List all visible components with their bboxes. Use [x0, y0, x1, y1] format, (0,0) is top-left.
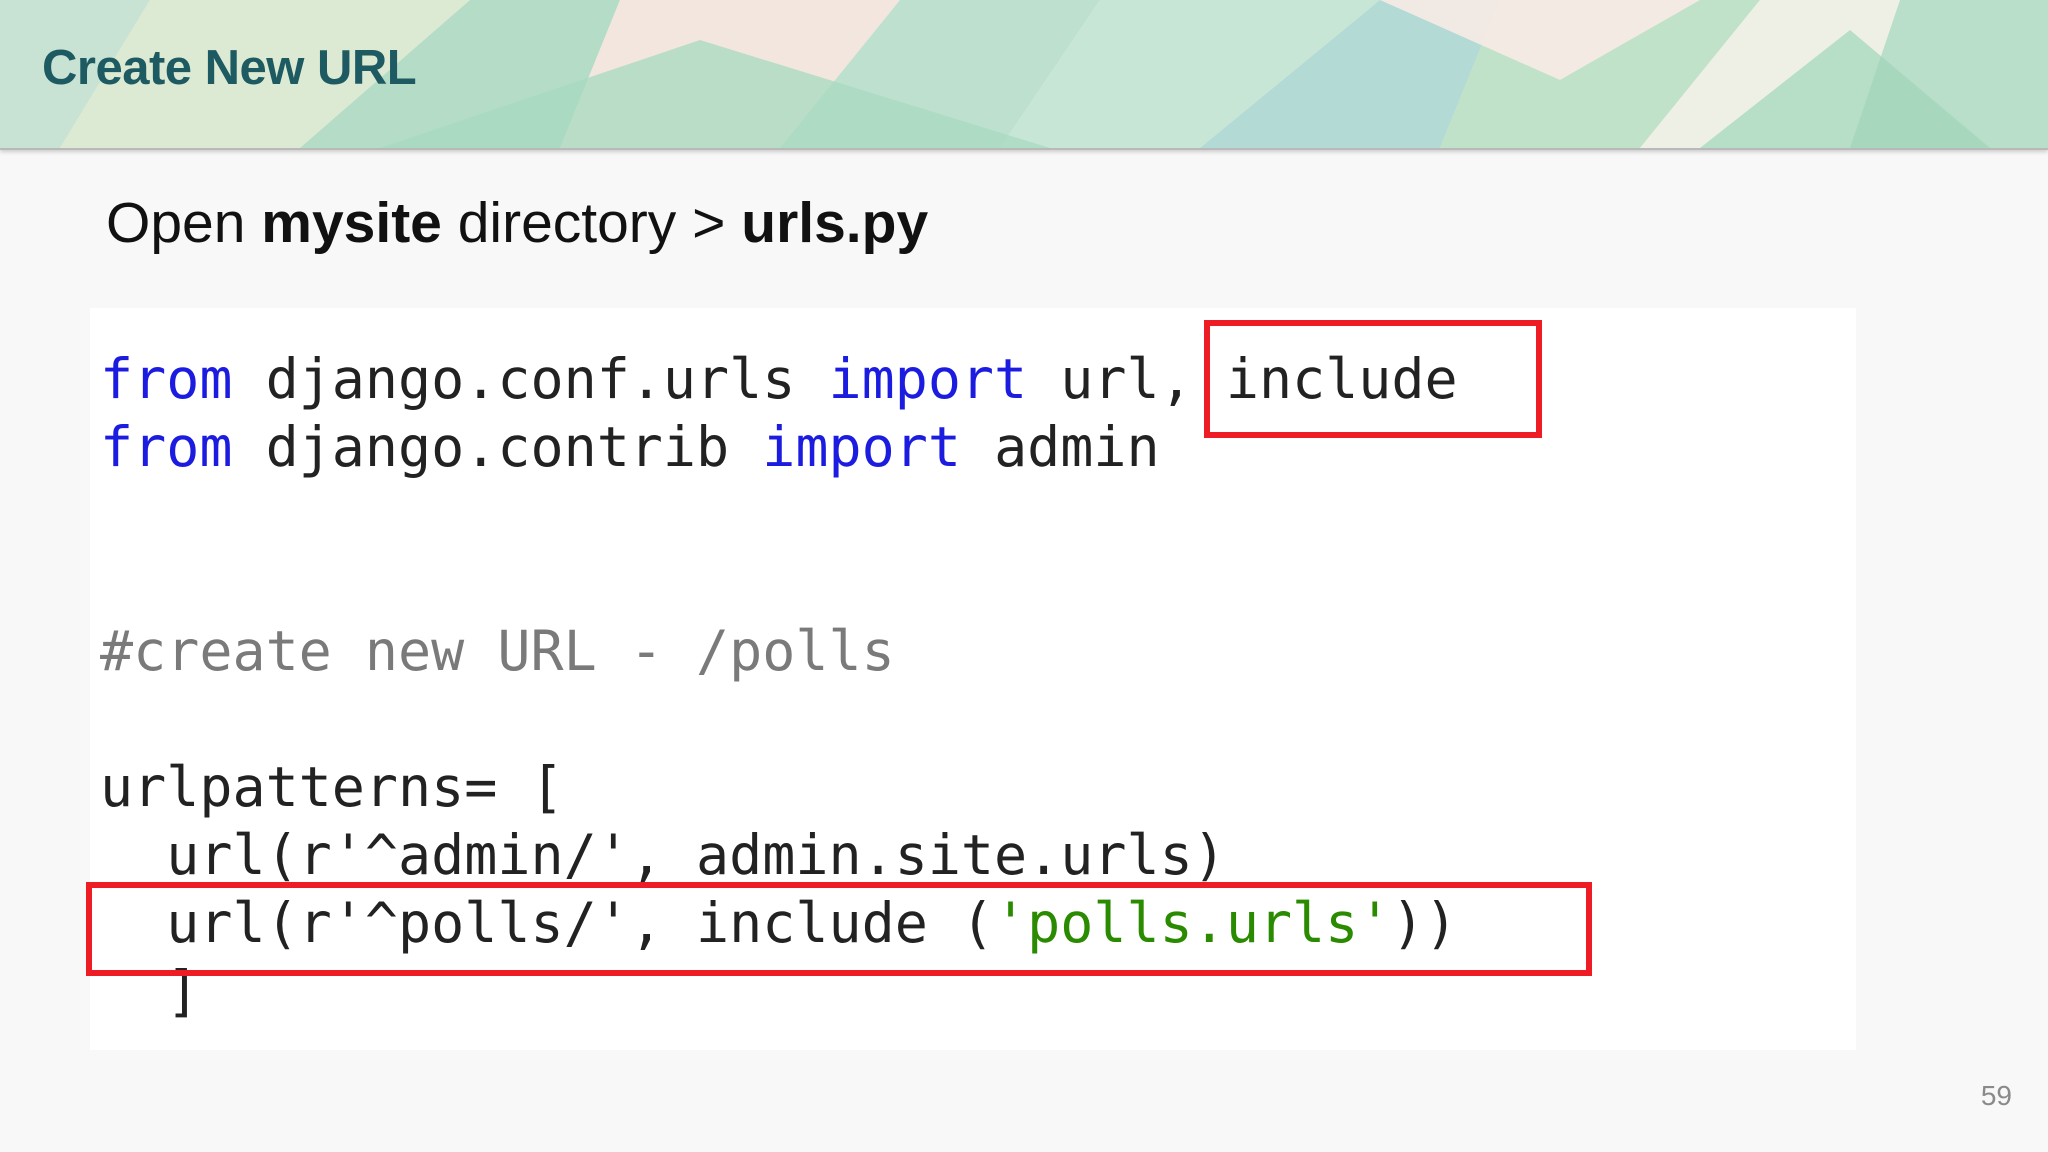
code-module: django.conf.urls — [232, 347, 829, 411]
code-line-comment: #create new URL - /polls — [100, 619, 895, 683]
code-keyword-from: from — [100, 347, 233, 411]
code-keyword-from: from — [100, 415, 233, 479]
code-keyword-import: import — [762, 415, 961, 479]
code-imported-names: url, — [1027, 347, 1226, 411]
subtitle-file: urls.py — [741, 191, 929, 255]
subtitle-prefix: Open — [106, 191, 262, 255]
code-line-import-admin: from django.contrib import admin — [100, 413, 1160, 481]
slide-title: Create New URL — [42, 41, 417, 95]
slide-header-banner: Create New URL — [0, 0, 2048, 150]
code-line-admin-url: url(r'^admin/', admin.site.urls) — [100, 823, 1226, 887]
highlight-box-include — [1204, 320, 1542, 438]
code-imported-names: admin — [960, 415, 1160, 479]
page-number: 59 — [1980, 1080, 2012, 1111]
code-module: django.contrib — [232, 415, 763, 479]
subtitle-middle: directory > — [441, 191, 742, 255]
subtitle-folder: mysite — [261, 191, 442, 255]
code-line-urlpatterns: urlpatterns= [ — [100, 755, 564, 819]
slide-subtitle: Open mysite directory > urls.py — [106, 190, 928, 256]
highlight-box-polls-url — [86, 882, 1592, 976]
code-keyword-import: import — [828, 347, 1028, 411]
